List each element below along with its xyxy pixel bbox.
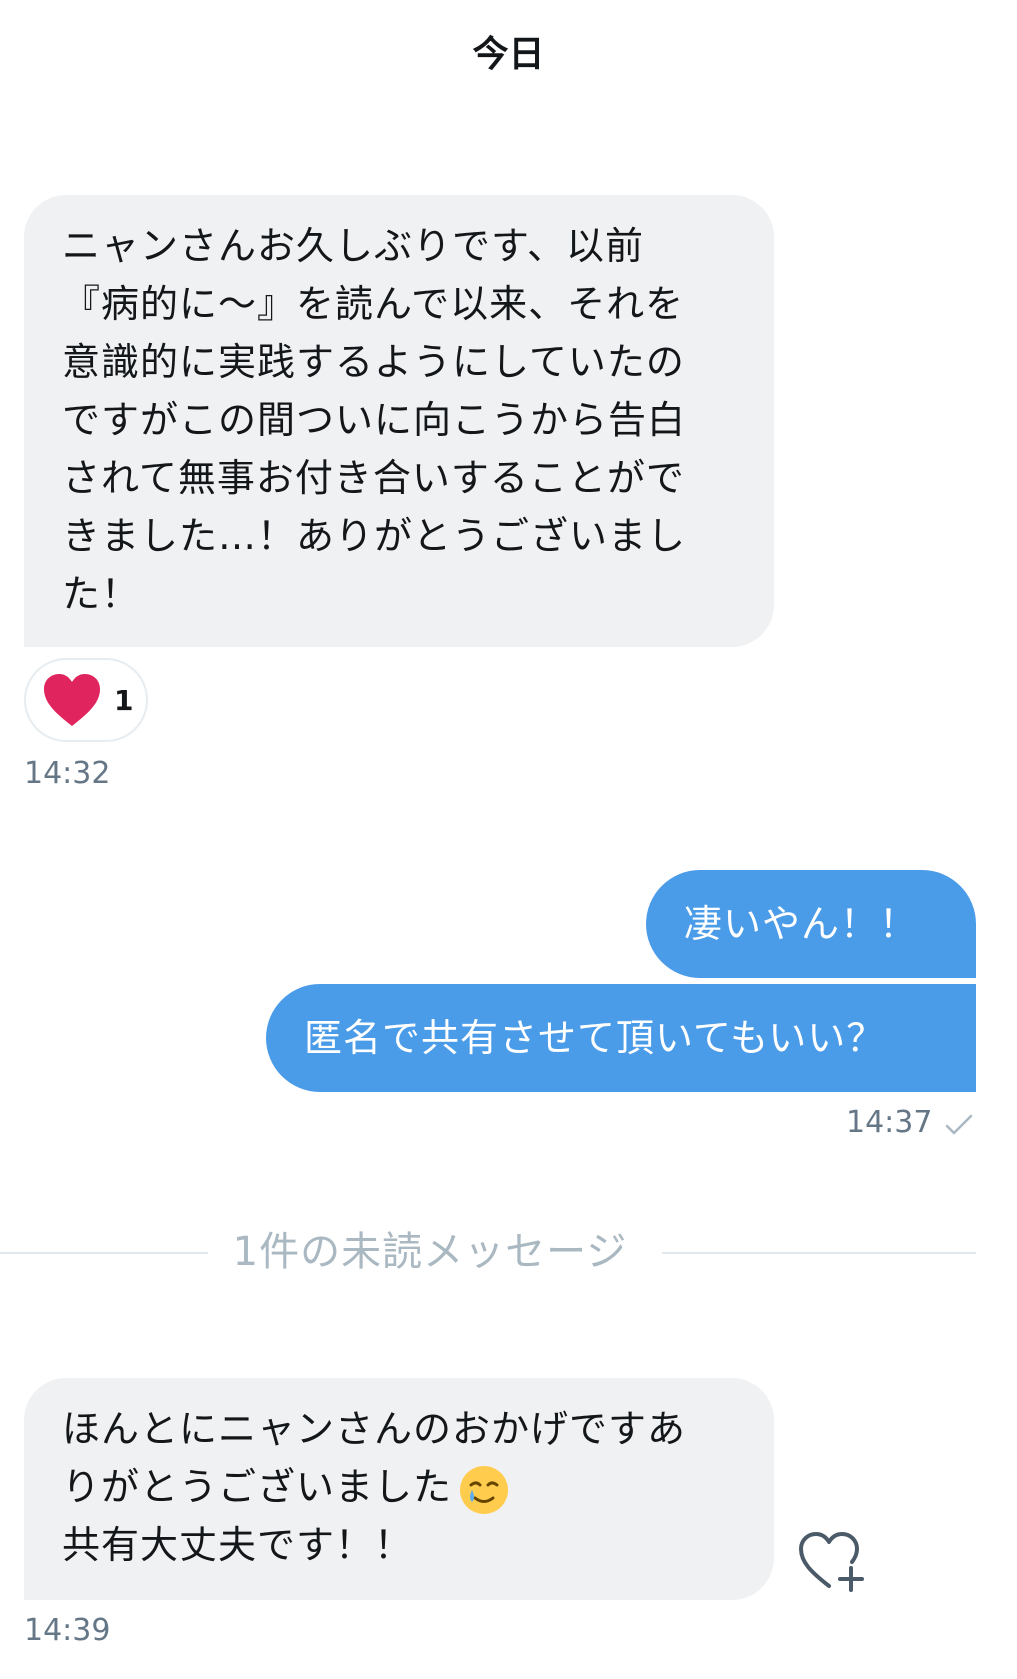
message-line: りがとうございました — [62, 1458, 744, 1516]
message-text: 凄いやん！！ — [684, 902, 919, 946]
message-bubble-outgoing[interactable]: 凄いやん！！ — [646, 870, 976, 978]
message-line: ですがこの間ついに向こうから告白 — [62, 398, 687, 442]
message-line: ほんとにニャンさんのおかげですあ — [62, 1407, 687, 1451]
message-text: 匿名で共有させて頂いてもいい？ — [304, 1016, 886, 1060]
divider-line-left — [0, 1252, 208, 1254]
heart-plus-icon[interactable] — [797, 1528, 867, 1594]
checkmark-icon — [945, 1114, 973, 1135]
message-bubble-outgoing[interactable]: 匿名で共有させて頂いてもいい？ — [266, 984, 976, 1092]
smiling-face-with-tear-emoji — [460, 1465, 509, 1514]
unread-divider: 1件の未読メッセージ — [232, 1229, 628, 1275]
heart-reaction[interactable]: 1 — [24, 658, 148, 742]
message-line: きました…！ありがとうございまし — [62, 514, 687, 558]
message-line-text: りがとうございました — [62, 1465, 453, 1509]
timestamp: 14:37 — [846, 1105, 933, 1140]
message-bubble-incoming[interactable]: ほんとにニャンさんのおかげですあ りがとうございました 共有大丈夫です！！ — [24, 1378, 774, 1600]
message-line: ニャンさんお久しぶりです、以前 — [62, 224, 644, 268]
message-bubble-incoming[interactable]: ニャンさんお久しぶりです、以前 『病的に〜』を読んで以来、それを 意識的に実践す… — [24, 195, 774, 647]
divider-line-right — [662, 1252, 976, 1254]
message-line: されて無事お付き合いすることがで — [62, 456, 685, 500]
reaction-count: 1 — [114, 683, 134, 717]
message-line: た！ — [62, 572, 141, 616]
heart-icon — [44, 674, 100, 726]
message-line: 共有大丈夫です！！ — [62, 1523, 414, 1567]
message-line: 意識的に実践するようにしていたの — [62, 340, 685, 384]
date-header: 今日 — [472, 34, 545, 75]
timestamp: 14:32 — [24, 756, 111, 791]
message-line: 『病的に〜』を読んで以来、それを — [62, 282, 685, 326]
timestamp: 14:39 — [24, 1613, 111, 1648]
